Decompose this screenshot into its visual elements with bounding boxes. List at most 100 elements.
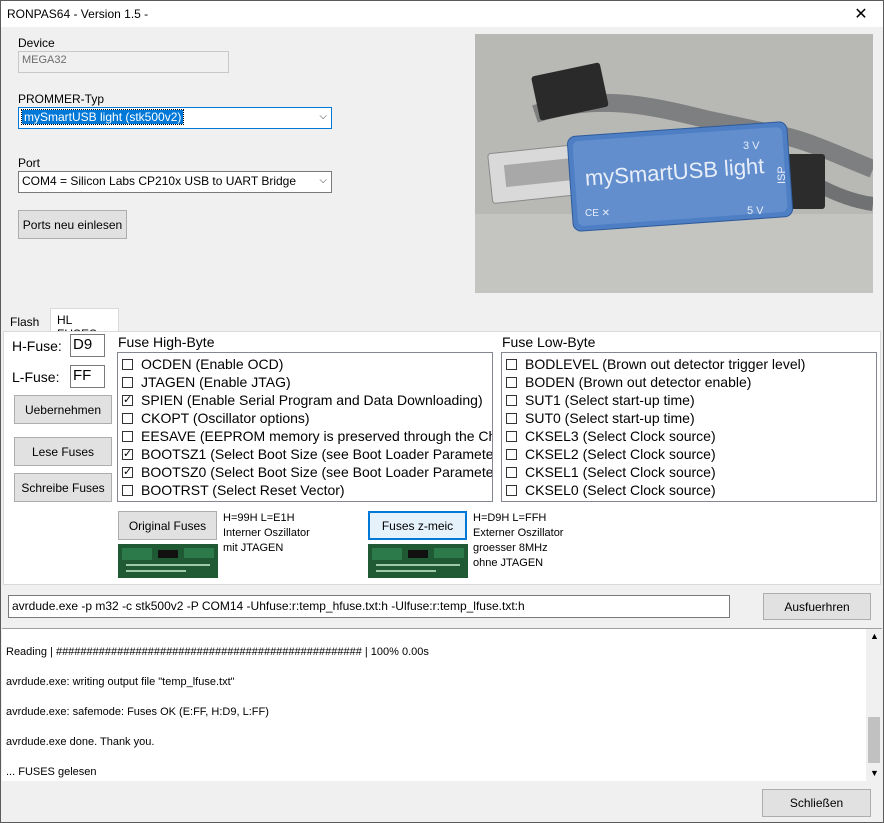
fuse-label: SUT0 (Select start-up time)	[525, 410, 695, 426]
checkbox[interactable]: ✓	[122, 394, 133, 406]
checkbox[interactable]	[122, 484, 133, 496]
programmer-photo: mySmartUSB light 3 V 5 V ISP CE ✕	[475, 34, 873, 293]
log-scrollbar[interactable]: ▲ ▼	[866, 629, 882, 781]
fuse-low-item[interactable]: BODEN (Brown out detector enable)	[506, 373, 751, 391]
fuse-label: BODLEVEL (Brown out detector trigger lev…	[525, 356, 806, 372]
scroll-thumb[interactable]	[868, 717, 880, 763]
fuse-low-item[interactable]: CKSEL3 (Select Clock source)	[506, 427, 716, 445]
fuse-low-item[interactable]: CKSEL1 (Select Clock source)	[506, 463, 716, 481]
device-field: MEGA32	[18, 51, 229, 73]
scroll-up-icon[interactable]: ▲	[870, 631, 879, 641]
log-line: ... FUSES gelesen	[6, 766, 97, 778]
fuse-label: CKSEL1 (Select Clock source)	[525, 464, 716, 480]
zmeic-fuses-note: H=D9H L=FFH Externer Oszillator groesser…	[473, 511, 563, 571]
fuse-label: CKSEL2 (Select Clock source)	[525, 446, 716, 462]
l-fuse-input[interactable]: FF	[70, 365, 105, 388]
checkbox[interactable]: ✓	[122, 448, 133, 460]
pcb-thumbnail	[368, 544, 468, 578]
checkbox[interactable]	[122, 358, 133, 370]
programmer-illustration: mySmartUSB light 3 V 5 V ISP CE ✕	[475, 34, 873, 293]
fuse-label: OCDEN (Enable OCD)	[141, 356, 284, 372]
command-input[interactable]: avrdude.exe -p m32 -c stk500v2 -P COM14 …	[8, 595, 730, 618]
checkbox[interactable]	[122, 430, 133, 442]
app-window: RONPAS64 - Version 1.5 - ✕ Device MEGA32…	[0, 0, 884, 823]
note-line: mit JTAGEN	[223, 542, 284, 554]
checkbox[interactable]	[122, 376, 133, 388]
close-dialog-button[interactable]: Schließen	[762, 789, 871, 817]
checkbox[interactable]	[506, 448, 517, 460]
tab-flash[interactable]: Flash	[4, 311, 45, 331]
bottom-bar: Schließen	[1, 781, 883, 822]
note-line: H=D9H L=FFH	[473, 512, 547, 524]
fuse-high-item[interactable]: CKOPT (Oscillator options)	[122, 409, 310, 427]
log-line: avrdude.exe done. Thank you.	[6, 736, 155, 748]
fuses-zmeic-button[interactable]: Fuses z-meic	[368, 511, 467, 540]
checkbox[interactable]	[506, 466, 517, 478]
checkbox[interactable]: ✓	[122, 466, 133, 478]
checkbox[interactable]	[506, 412, 517, 424]
checkbox[interactable]	[506, 376, 517, 388]
schreibe-fuses-button[interactable]: Schreibe Fuses	[14, 473, 112, 502]
fuse-low-list[interactable]: BODLEVEL (Brown out detector trigger lev…	[501, 352, 877, 502]
log-line: avrdude.exe: safemode: Fuses OK (E:FF, H…	[6, 706, 269, 718]
h-fuse-input[interactable]: D9	[70, 334, 105, 357]
ausfuehren-button[interactable]: Ausfuerhren	[763, 593, 871, 620]
pcb-illustration	[118, 544, 218, 578]
fuse-label: BOOTSZ0 (Select Boot Size (see Boot Load…	[141, 464, 493, 480]
checkbox[interactable]	[506, 430, 517, 442]
fuse-label: EESAVE (EEPROM memory is preserved throu…	[141, 428, 492, 444]
fuse-label: SUT1 (Select start-up time)	[525, 392, 695, 408]
fuse-low-item[interactable]: CKSEL0 (Select Clock source)	[506, 481, 716, 499]
pcb-thumbnail	[118, 544, 218, 578]
uebernehmen-button[interactable]: Uebernehmen	[14, 395, 112, 424]
fuse-high-item[interactable]: ✓ BOOTSZ0 (Select Boot Size (see Boot Loa…	[122, 463, 493, 481]
note-line: Externer Oszillator	[473, 527, 564, 539]
prommer-select[interactable]: mySmartUSB light (stk500v2) ⌵	[18, 107, 332, 129]
original-fuses-button[interactable]: Original Fuses	[118, 511, 217, 540]
fuse-high-item[interactable]: ✓ SPIEN (Enable Serial Program and Data D…	[122, 391, 483, 409]
prommer-value: mySmartUSB light (stk500v2)	[20, 109, 185, 125]
log-output[interactable]: Reading | ##############################…	[2, 628, 882, 781]
fuse-label: CKOPT (Oscillator options)	[141, 410, 310, 426]
note-line: H=99H L=E1H	[223, 512, 295, 524]
chevron-down-icon: ⌵	[319, 175, 327, 186]
ports-reload-button[interactable]: Ports neu einlesen	[18, 210, 127, 239]
checkbox[interactable]	[122, 412, 133, 424]
note-line: ohne JTAGEN	[473, 557, 544, 569]
note-line: groesser 8MHz	[473, 542, 548, 554]
checkbox[interactable]	[506, 394, 517, 406]
note-line: Interner Oszillator	[223, 527, 310, 539]
fuse-low-item[interactable]: BODLEVEL (Brown out detector trigger lev…	[506, 355, 805, 373]
fuse-low-item[interactable]: SUT0 (Select start-up time)	[506, 409, 695, 427]
checkbox[interactable]	[506, 484, 517, 496]
fuse-label: SPIEN (Enable Serial Program and Data Do…	[141, 392, 483, 408]
fuse-low-title: Fuse Low-Byte	[502, 334, 596, 350]
tab-hl-fuses[interactable]: HL FUSES	[50, 308, 119, 341]
checkbox[interactable]	[506, 358, 517, 370]
log-line: avrdude.exe: writing output file "temp_l…	[6, 676, 235, 688]
fuse-high-item[interactable]: ✓ BOOTSZ1 (Select Boot Size (see Boot Loa…	[122, 445, 492, 463]
l-fuse-label: L-Fuse:	[12, 369, 60, 385]
close-button[interactable]: ✕	[839, 1, 883, 27]
scroll-down-icon[interactable]: ▼	[870, 768, 879, 778]
fuse-low-item[interactable]: CKSEL2 (Select Clock source)	[506, 445, 716, 463]
port-select[interactable]: COM4 = Silicon Labs CP210x USB to UART B…	[18, 171, 332, 193]
fuse-label: JTAGEN (Enable JTAG)	[141, 374, 291, 390]
fuse-high-item[interactable]: BOOTRST (Select Reset Vector)	[122, 481, 345, 499]
title-bar: RONPAS64 - Version 1.5 - ✕	[1, 1, 883, 27]
log-line: Reading | ##############################…	[6, 646, 429, 658]
fuse-low-item[interactable]: SUT1 (Select start-up time)	[506, 391, 695, 409]
pcb-illustration	[368, 544, 468, 578]
fuse-high-item[interactable]: JTAGEN (Enable JTAG)	[122, 373, 291, 391]
photo-ce-label: CE ✕	[585, 208, 610, 219]
fuse-high-item[interactable]: EESAVE (EEPROM memory is preserved throu…	[122, 427, 492, 445]
device-label: Device	[18, 36, 55, 50]
lese-fuses-button[interactable]: Lese Fuses	[14, 437, 112, 466]
prommer-label: PROMMER-Typ	[18, 92, 105, 106]
fuse-label: CKSEL0 (Select Clock source)	[525, 482, 716, 498]
fuse-high-item[interactable]: OCDEN (Enable OCD)	[122, 355, 283, 373]
fuse-label: CKSEL3 (Select Clock source)	[525, 428, 716, 444]
fuse-high-list[interactable]: OCDEN (Enable OCD) JTAGEN (Enable JTAG) …	[117, 352, 493, 502]
chevron-down-icon: ⌵	[319, 111, 327, 122]
photo-isp-label: ISP	[776, 166, 788, 184]
